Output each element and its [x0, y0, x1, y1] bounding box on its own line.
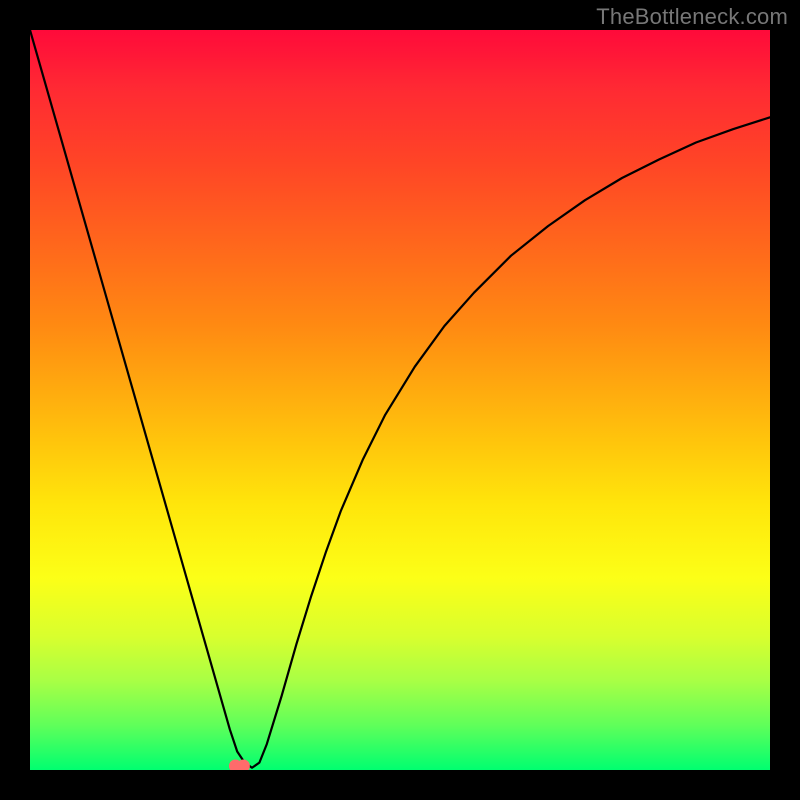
plot-area — [30, 30, 770, 770]
optimal-point-marker — [229, 760, 250, 771]
bottleneck-curve-svg — [30, 30, 770, 770]
watermark-text: TheBottleneck.com — [596, 4, 788, 30]
bottleneck-curve-path — [30, 30, 770, 768]
chart-container: TheBottleneck.com — [0, 0, 800, 800]
